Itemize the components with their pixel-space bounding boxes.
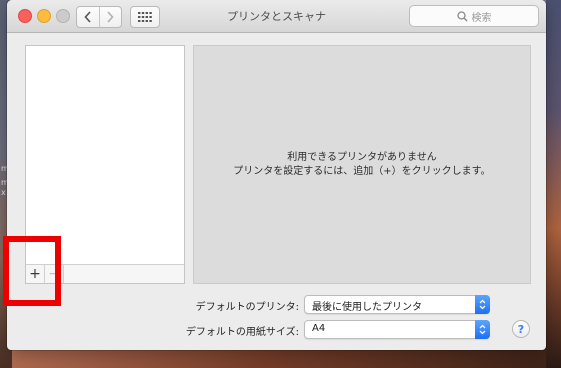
grid-icon <box>138 12 152 22</box>
close-button[interactable] <box>18 9 32 23</box>
desktop-background-right <box>546 0 561 368</box>
forward-button[interactable] <box>98 7 122 27</box>
back-button[interactable] <box>77 7 99 27</box>
popup-arrows-icon <box>475 320 490 339</box>
help-button[interactable]: ? <box>512 320 530 338</box>
default-paper-size-value: A4 <box>312 323 326 334</box>
show-all-button[interactable] <box>130 6 160 28</box>
no-printers-message: 利用できるプリンタがありません <box>287 151 437 163</box>
chevron-right-icon <box>107 11 114 23</box>
search-field[interactable]: 検索 <box>409 5 539 27</box>
navigation-buttons <box>76 6 122 28</box>
printers-scanners-window: プリンタとスキャナ 検索 + − 利用できるプリンタがありません プリンタを設定… <box>7 0 546 350</box>
title-bar: プリンタとスキャナ 検索 <box>7 0 546 33</box>
printer-list-toolbar: + − <box>25 264 185 284</box>
add-printer-button[interactable]: + <box>26 265 45 283</box>
remove-printer-button: − <box>45 265 64 283</box>
zoom-button <box>56 9 70 23</box>
desktop-peek-text: x <box>1 188 6 197</box>
default-paper-size-label: デフォルトの用紙サイズ: <box>185 327 299 338</box>
default-paper-size-popup[interactable]: A4 <box>304 320 490 339</box>
search-icon <box>456 10 467 21</box>
printer-detail-pane: 利用できるプリンタがありません プリンタを設定するには、追加（+）をクリックしま… <box>193 45 531 284</box>
minimize-button[interactable] <box>37 9 51 23</box>
printer-list[interactable] <box>25 45 185 266</box>
default-printer-popup[interactable]: 最後に使用したプリンタ <box>304 295 490 314</box>
add-printer-hint: プリンタを設定するには、追加（+）をクリックします。 <box>233 165 491 177</box>
default-printer-value: 最後に使用したプリンタ <box>312 302 422 313</box>
search-placeholder: 検索 <box>471 12 492 24</box>
default-printer-label: デフォルトのプリンタ: <box>195 302 299 313</box>
chevron-left-icon <box>84 11 91 23</box>
popup-arrows-icon <box>475 295 490 314</box>
